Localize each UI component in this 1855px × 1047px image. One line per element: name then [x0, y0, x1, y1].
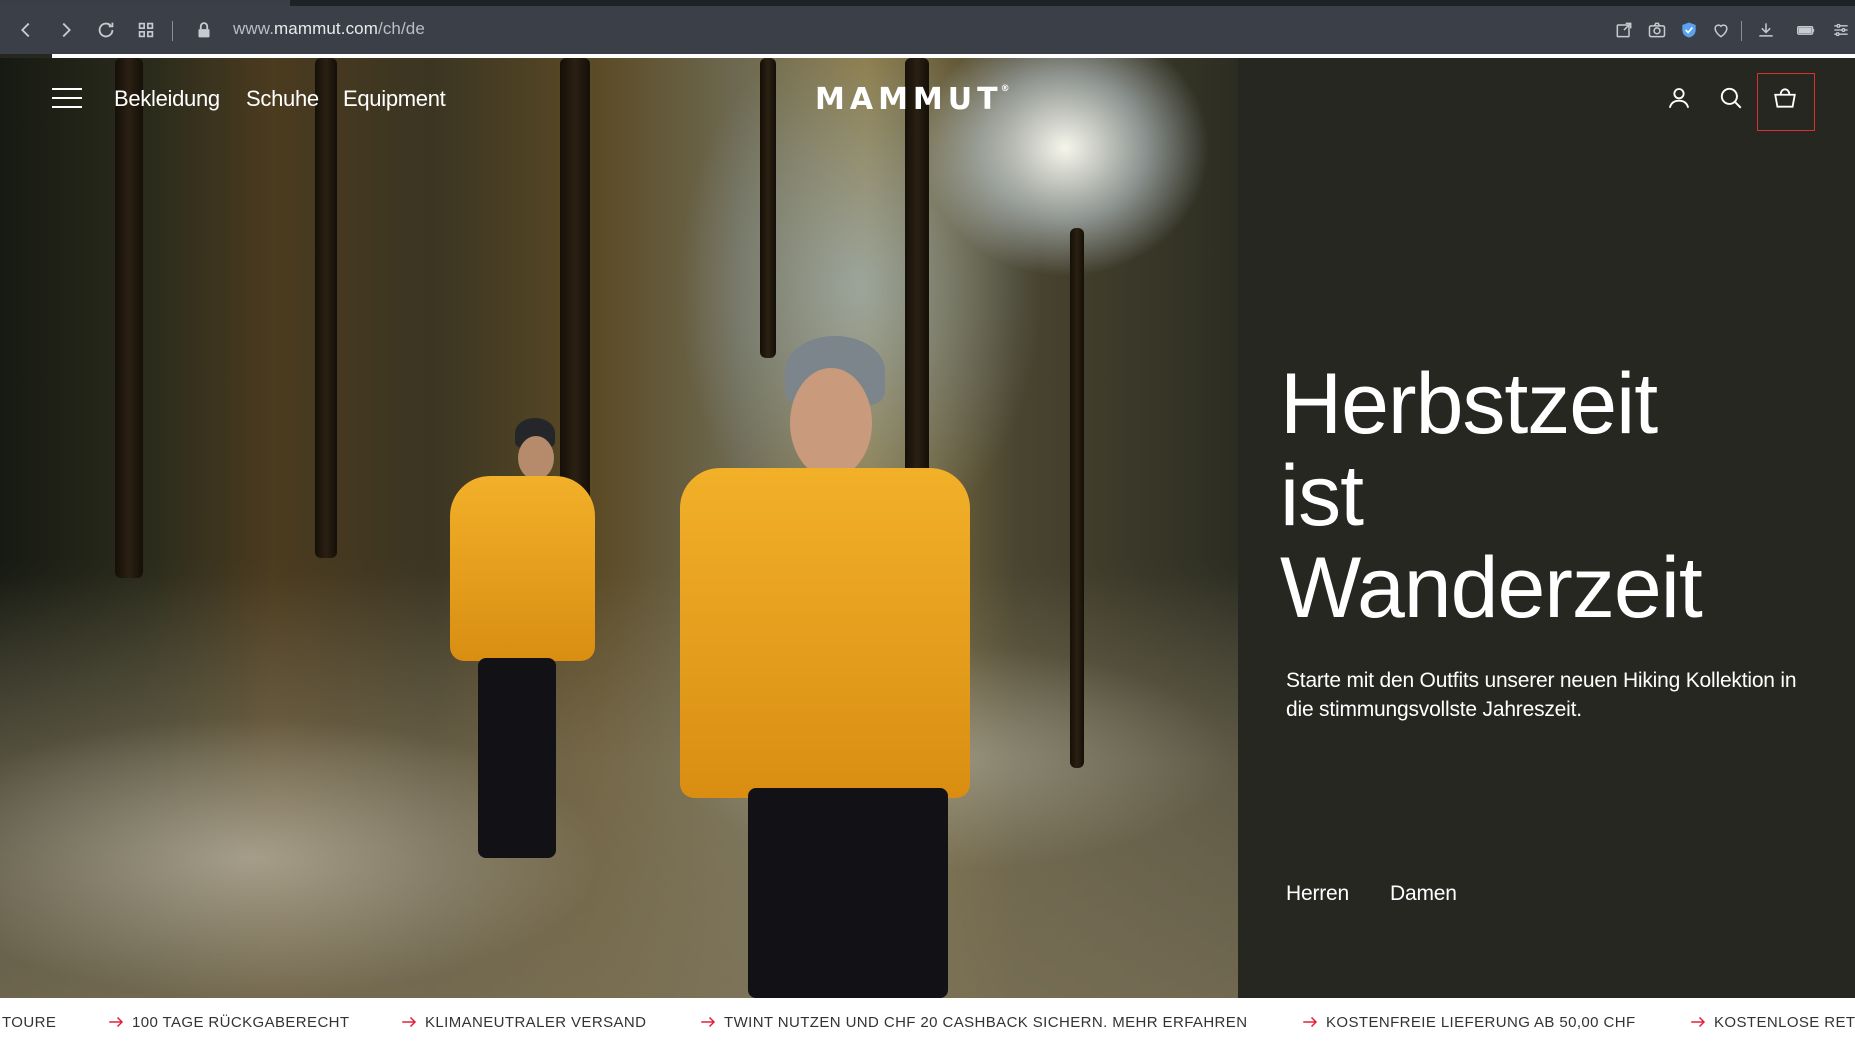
- browser-toolbar: www.mammut.com/ch/de: [0, 6, 1855, 54]
- arrow-right-icon: [1689, 1013, 1707, 1031]
- nav-link-equipment[interactable]: Equipment: [343, 86, 446, 112]
- marquee-item[interactable]: TWINT NUTZEN UND CHF 20 CASHBACK SICHERN…: [724, 1014, 1247, 1031]
- arrow-right-icon: [107, 1013, 125, 1031]
- address-bar[interactable]: www.mammut.com/ch/de: [233, 19, 425, 39]
- arrow-right-icon: [1301, 1013, 1319, 1031]
- shield-icon[interactable]: [1675, 16, 1703, 44]
- account-icon[interactable]: [1659, 78, 1699, 118]
- headline-line-2: ist: [1280, 448, 1364, 544]
- cta-damen-link[interactable]: Damen: [1390, 882, 1457, 906]
- heart-icon[interactable]: [1707, 16, 1735, 44]
- marquee-item[interactable]: KOSTENFREIE LIEFERUNG AB 50,00 CHF: [1326, 1014, 1636, 1031]
- usp-marquee-bar: TOURE 100 TAGE RÜCKGABERECHT KLIMANEUTRA…: [0, 998, 1855, 1047]
- hero-section: Bekleidung Schuhe Equipment MAMMUT® Herb…: [0, 58, 1855, 998]
- forward-icon[interactable]: [50, 14, 82, 46]
- camera-icon[interactable]: [1643, 16, 1671, 44]
- back-icon[interactable]: [10, 14, 42, 46]
- battery-icon[interactable]: [1792, 16, 1820, 44]
- reload-icon[interactable]: [90, 14, 122, 46]
- marquee-item[interactable]: 100 TAGE RÜCKGABERECHT: [132, 1014, 349, 1031]
- cta-herren-link[interactable]: Herren: [1286, 882, 1349, 906]
- lock-icon[interactable]: [188, 14, 220, 46]
- marquee-item[interactable]: KOSTENLOSE RET: [1714, 1014, 1855, 1031]
- headline-line-3: Wanderzeit: [1280, 540, 1703, 636]
- toolbar-divider-right: [1741, 21, 1742, 41]
- hero-image: [0, 58, 1238, 998]
- settings-sliders-icon[interactable]: [1827, 16, 1855, 44]
- search-icon[interactable]: [1711, 78, 1751, 118]
- headline-line-1: Herbstzeit: [1280, 356, 1658, 452]
- tabs-grid-icon[interactable]: [130, 14, 162, 46]
- marquee-item: TOURE: [2, 1014, 57, 1031]
- toolbar-divider: [172, 21, 173, 41]
- cart-basket-icon[interactable]: [1765, 78, 1805, 118]
- arrow-right-icon: [400, 1013, 418, 1031]
- hero-subtext: Starte mit den Outfits unserer neuen Hik…: [1286, 669, 1797, 721]
- nav-link-schuhe[interactable]: Schuhe: [246, 86, 319, 112]
- url-domain: mammut.com: [274, 19, 378, 38]
- mammut-logo[interactable]: MAMMUT®: [815, 82, 1010, 117]
- hamburger-menu-icon[interactable]: [52, 88, 82, 108]
- nav-link-bekleidung[interactable]: Bekleidung: [114, 86, 220, 112]
- marquee-item[interactable]: KLIMANEUTRALER VERSAND: [425, 1014, 646, 1031]
- arrow-right-icon: [699, 1013, 717, 1031]
- share-icon[interactable]: [1610, 16, 1638, 44]
- download-icon[interactable]: [1752, 16, 1780, 44]
- hero-headline: Herbstzeit ist Wanderzeit: [1280, 358, 1800, 634]
